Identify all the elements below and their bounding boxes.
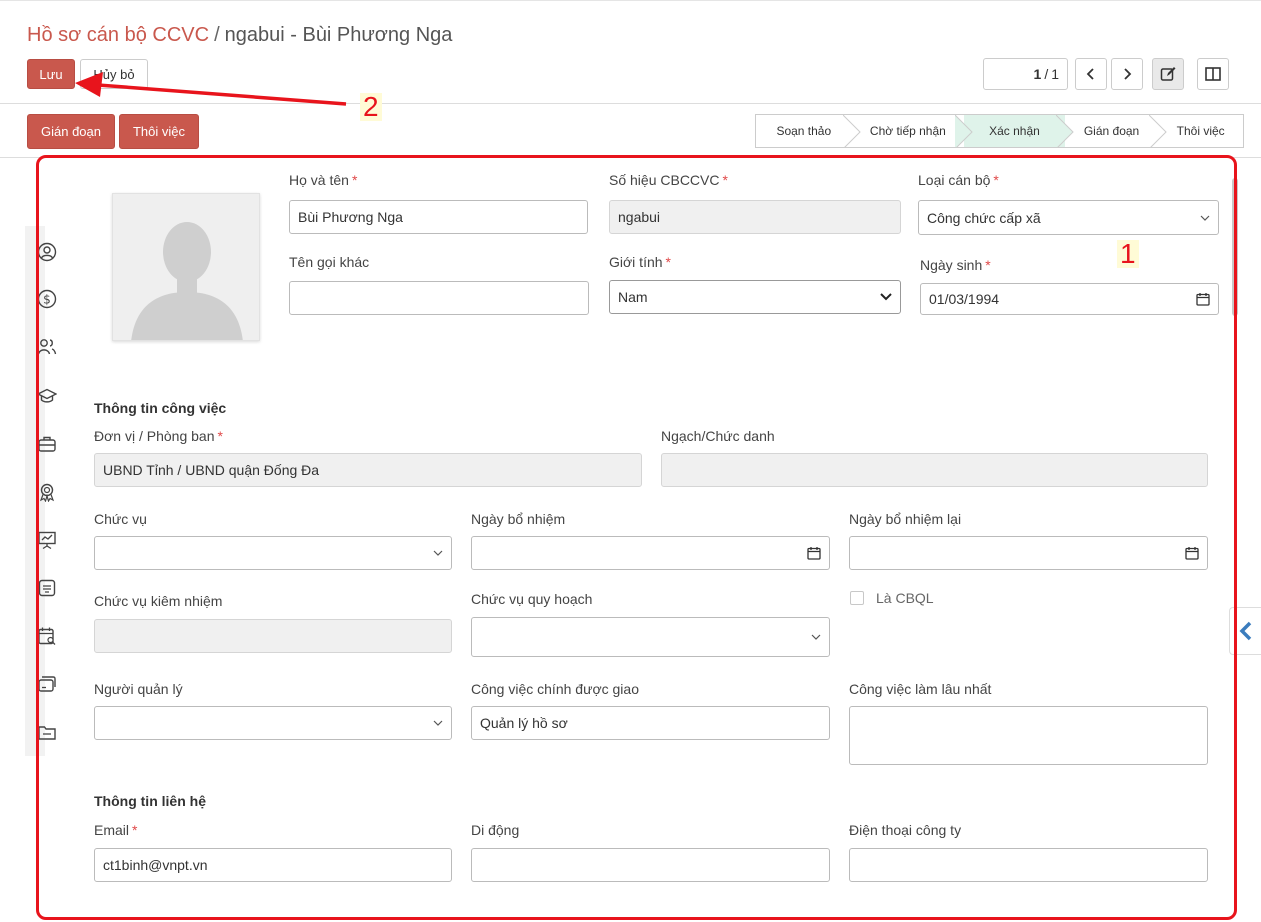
pager-counter: 1/1 xyxy=(983,58,1068,90)
split-view-button[interactable] xyxy=(1197,58,1229,90)
save-button[interactable]: Lưu xyxy=(27,59,75,89)
next-record-button[interactable] xyxy=(1111,58,1143,90)
interrupt-button[interactable]: Gián đoạn xyxy=(27,114,115,149)
stage-waiting[interactable]: Chờ tiếp nhận xyxy=(852,115,973,147)
top-divider xyxy=(0,0,1261,1)
stage-label: Soạn thảo xyxy=(776,124,832,138)
stage-label: Thôi việc xyxy=(1176,124,1225,138)
header-divider xyxy=(0,103,1261,104)
status-bar: Soạn thảo Chờ tiếp nhận Xác nhận Gián đo… xyxy=(755,114,1244,148)
chevron-right-icon xyxy=(1124,68,1132,80)
chevron-left-icon xyxy=(1239,621,1251,641)
pager-total: 1 xyxy=(1051,66,1059,82)
previous-record-button[interactable] xyxy=(1075,58,1107,90)
annotation-number-1: 1 xyxy=(1117,240,1139,268)
chevron-left-icon xyxy=(1086,68,1094,80)
breadcrumb-parent-link[interactable]: Hồ sơ cán bộ CCVC xyxy=(27,24,209,46)
stage-confirmed[interactable]: Xác nhận xyxy=(964,115,1074,147)
stage-chevron xyxy=(955,115,973,147)
edit-view-button[interactable] xyxy=(1152,58,1184,90)
stage-label: Xác nhận xyxy=(989,124,1040,138)
stage-label: Gián đoạn xyxy=(1083,124,1140,138)
discard-button[interactable]: Hủy bỏ xyxy=(80,59,148,89)
stage-chevron xyxy=(1055,115,1074,147)
annotation-number-2: 2 xyxy=(360,93,382,121)
stage-draft[interactable]: Soạn thảo xyxy=(756,115,861,147)
resign-button[interactable]: Thôi việc xyxy=(119,114,199,149)
breadcrumb-separator: / xyxy=(214,24,220,46)
stage-chevron xyxy=(1149,115,1168,147)
pager-slash: / xyxy=(1044,66,1049,82)
stage-label: Chờ tiếp nhận xyxy=(869,124,946,138)
edit-icon xyxy=(1160,67,1176,81)
breadcrumb: Hồ sơ cán bộ CCVC / ngabui - Bùi Phương Ng… xyxy=(27,24,452,47)
breadcrumb-current: ngabui - Bùi Phương Nga xyxy=(224,24,453,46)
stage-chevron xyxy=(842,115,861,147)
columns-icon xyxy=(1205,67,1221,81)
stage-resigned[interactable]: Thôi việc xyxy=(1158,115,1243,147)
pager-current: 1 xyxy=(1033,66,1042,82)
annotation-highlight-box xyxy=(36,155,1237,920)
stage-interrupted[interactable]: Gián đoạn xyxy=(1065,115,1168,147)
